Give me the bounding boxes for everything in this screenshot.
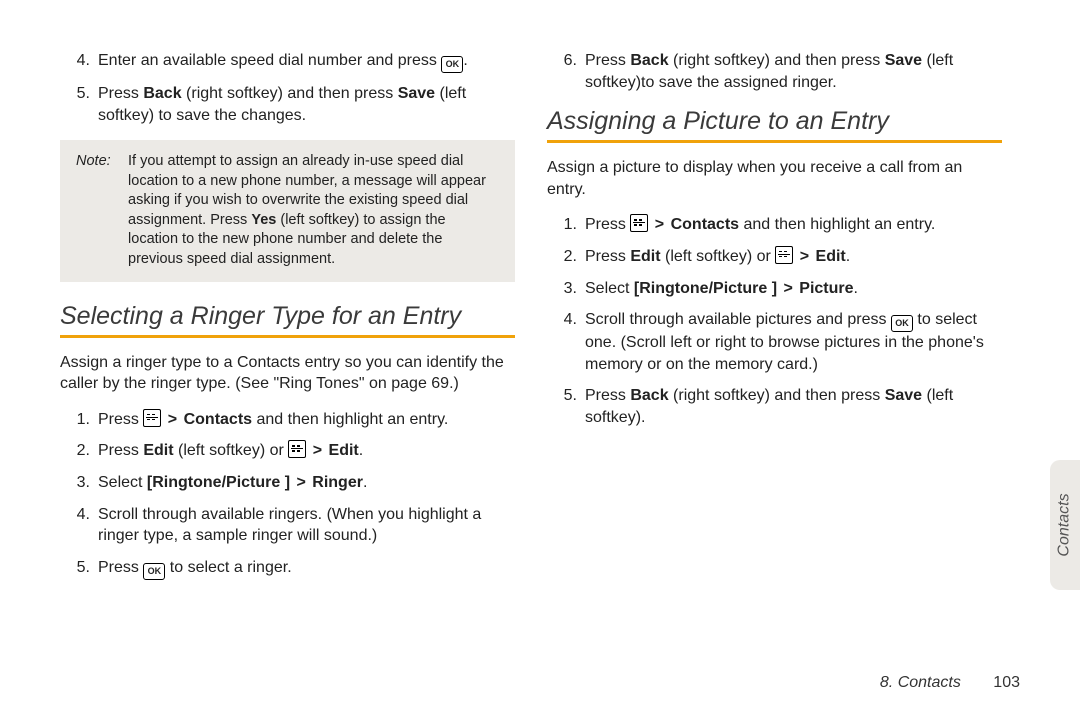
steps-list-ringer: 1.Press > Contacts and then highlight an… <box>60 409 515 580</box>
pre-list-left: 4.Enter an available speed dial number a… <box>60 50 515 126</box>
list-item: 5.Press OK to select a ringer. <box>60 557 515 580</box>
step-text: Press Back (right softkey) and then pres… <box>98 83 515 126</box>
column-left: 4.Enter an available speed dial number a… <box>60 50 515 594</box>
step-number: 4. <box>60 504 98 547</box>
list-item: 4.Enter an available speed dial number a… <box>60 50 515 73</box>
note-label: Note: <box>76 152 124 172</box>
note-box: Note: If you attempt to assign an alread… <box>60 140 515 281</box>
page-footer: 8. Contacts 103 <box>880 674 1020 692</box>
note-body: If you attempt to assign an already in-u… <box>128 152 497 269</box>
ok-key-icon: OK <box>441 56 463 73</box>
section-heading-picture: Assigning a Picture to an Entry <box>547 107 1002 136</box>
page-content: 4.Enter an available speed dial number a… <box>0 0 1080 634</box>
list-item: 5.Press Back (right softkey) and then pr… <box>547 385 1002 428</box>
footer-page-number: 103 <box>993 674 1020 691</box>
list-item: 1.Press > Contacts and then highlight an… <box>60 409 515 431</box>
heading-rule <box>547 140 1002 143</box>
list-item: 3.Select [Ringtone/Picture ] > Picture. <box>547 278 1002 300</box>
section-heading-ringer: Selecting a Ringer Type for an Entry <box>60 302 515 331</box>
list-item: 1.Press > Contacts and then highlight an… <box>547 214 1002 236</box>
column-right: 6.Press Back (right softkey) and then pr… <box>547 50 1002 594</box>
step-number: 2. <box>547 246 585 268</box>
bold-text: Yes <box>251 212 276 228</box>
list-item: 3.Select [Ringtone/Picture ] > Ringer. <box>60 472 515 494</box>
step-text: Press Edit (left softkey) or > Edit. <box>585 246 1002 268</box>
side-tab-label: Contacts <box>1056 493 1074 556</box>
ok-key-icon: OK <box>143 563 165 580</box>
step-text: Press > Contacts and then highlight an e… <box>585 214 1002 236</box>
step-number: 6. <box>547 50 585 93</box>
step-number: 4. <box>547 309 585 375</box>
bold-text: Edit <box>329 442 359 459</box>
menu-key-icon <box>775 246 793 264</box>
step-text: Press OK to select a ringer. <box>98 557 515 580</box>
list-item: 6.Press Back (right softkey) and then pr… <box>547 50 1002 93</box>
bold-text: Edit <box>630 248 660 265</box>
bold-text: Edit <box>143 442 173 459</box>
step-number: 2. <box>60 440 98 462</box>
bold-text: Contacts <box>184 411 252 428</box>
step-text: Select [Ringtone/Picture ] > Ringer. <box>98 472 515 494</box>
bold-text: Save <box>398 85 435 102</box>
bold-text: Save <box>885 387 922 404</box>
menu-key-icon <box>288 440 306 458</box>
step-text: Press Back (right softkey) and then pres… <box>585 50 1002 93</box>
heading-rule <box>60 335 515 338</box>
step-text: Scroll through available ringers. (When … <box>98 504 515 547</box>
bold-text: [Ringtone/Picture ] <box>147 474 290 491</box>
step-number: 5. <box>60 557 98 580</box>
step-text: Press > Contacts and then highlight an e… <box>98 409 515 431</box>
list-item: 4.Scroll through available pictures and … <box>547 309 1002 375</box>
bold-text: Ringer <box>312 474 363 491</box>
list-item: 5.Press Back (right softkey) and then pr… <box>60 83 515 126</box>
bold-text: Contacts <box>671 216 739 233</box>
menu-key-icon <box>143 409 161 427</box>
section-intro-ringer: Assign a ringer type to a Contacts entry… <box>60 352 515 395</box>
list-item: 4.Scroll through available ringers. (Whe… <box>60 504 515 547</box>
list-item: 2.Press Edit (left softkey) or > Edit. <box>60 440 515 462</box>
breadcrumb-separator-icon: > <box>781 280 794 297</box>
step-number: 5. <box>60 83 98 126</box>
list-item: 2.Press Edit (left softkey) or > Edit. <box>547 246 1002 268</box>
breadcrumb-separator-icon: > <box>311 442 324 459</box>
step-text: Press Edit (left softkey) or > Edit. <box>98 440 515 462</box>
bold-text: [Ringtone/Picture ] <box>634 280 777 297</box>
breadcrumb-separator-icon: > <box>294 474 307 491</box>
step-text: Scroll through available pictures and pr… <box>585 309 1002 375</box>
section-intro-picture: Assign a picture to display when you rec… <box>547 157 1002 200</box>
side-tab-contacts: Contacts <box>1050 460 1080 590</box>
step-number: 3. <box>547 278 585 300</box>
step-number: 3. <box>60 472 98 494</box>
bold-text: Save <box>885 52 922 69</box>
bold-text: Back <box>630 52 668 69</box>
bold-text: Back <box>630 387 668 404</box>
step-number: 1. <box>547 214 585 236</box>
step-number: 4. <box>60 50 98 73</box>
step-number: 5. <box>547 385 585 428</box>
step-number: 1. <box>60 409 98 431</box>
pre-list-right: 6.Press Back (right softkey) and then pr… <box>547 50 1002 93</box>
breadcrumb-separator-icon: > <box>653 216 666 233</box>
step-text: Enter an available speed dial number and… <box>98 50 515 73</box>
menu-key-icon <box>630 214 648 232</box>
bold-text: Back <box>143 85 181 102</box>
breadcrumb-separator-icon: > <box>798 248 811 265</box>
breadcrumb-separator-icon: > <box>166 411 179 428</box>
ok-key-icon: OK <box>891 315 913 332</box>
step-text: Press Back (right softkey) and then pres… <box>585 385 1002 428</box>
steps-list-picture: 1.Press > Contacts and then highlight an… <box>547 214 1002 428</box>
bold-text: Picture <box>799 280 853 297</box>
footer-chapter: 8. Contacts <box>880 674 961 691</box>
step-text: Select [Ringtone/Picture ] > Picture. <box>585 278 1002 300</box>
bold-text: Edit <box>816 248 846 265</box>
